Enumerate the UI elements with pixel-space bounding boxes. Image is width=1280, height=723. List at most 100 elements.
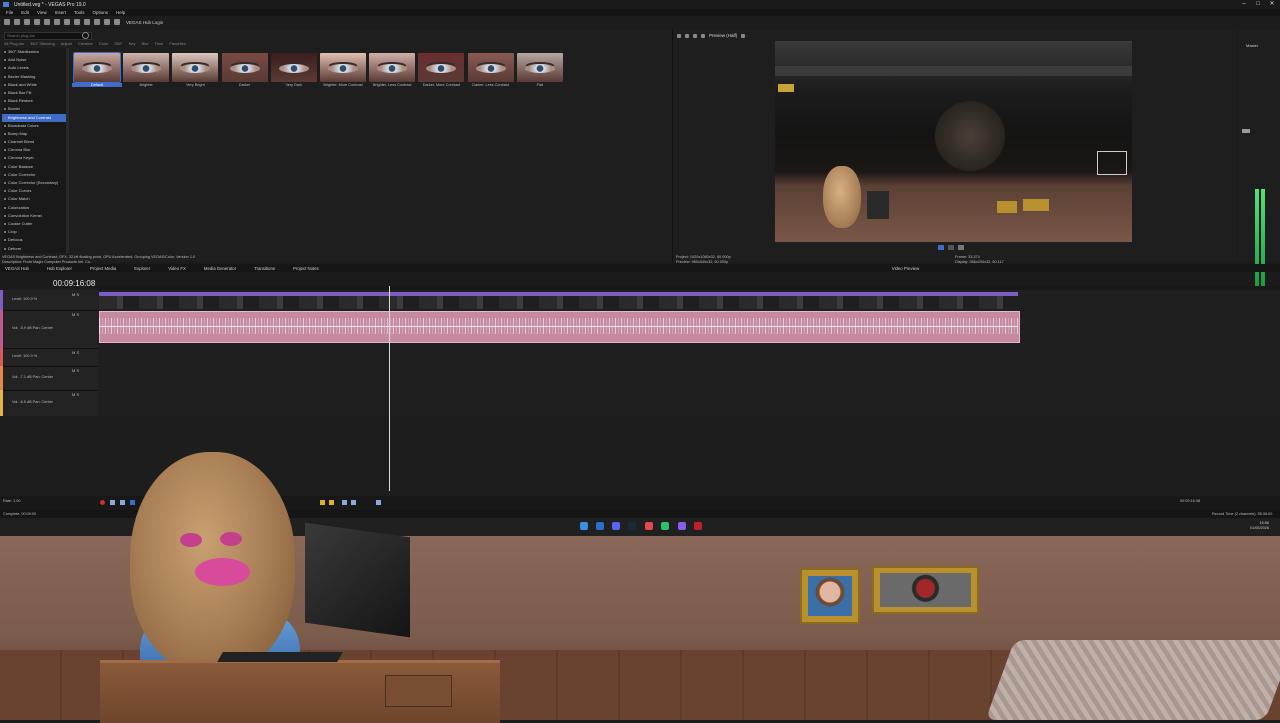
menu-view[interactable]: View <box>37 10 47 15</box>
play-preview-button[interactable] <box>938 245 944 250</box>
tab-media-generator[interactable]: Media Generator <box>204 266 236 271</box>
search-icon[interactable] <box>82 32 89 39</box>
steam-icon[interactable] <box>628 522 636 530</box>
plugin-list-item[interactable]: Deform <box>2 245 68 253</box>
preset-thumbnail[interactable]: Darker, More Contrast <box>418 53 465 91</box>
play-from-start-button[interactable] <box>120 500 125 505</box>
envelope-edit-tool[interactable] <box>351 500 356 505</box>
plugin-list-item[interactable]: Channel Blend <box>2 138 68 146</box>
tab-time[interactable]: Time <box>155 41 164 47</box>
plugin-list-scrollbar[interactable] <box>66 48 69 253</box>
track-header[interactable]: Vol: -7.1 dB Pan: Center M S <box>0 366 98 391</box>
go-to-end-button[interactable] <box>329 500 334 505</box>
cut-icon[interactable] <box>54 19 60 25</box>
spotify-icon[interactable] <box>661 522 669 530</box>
render-icon[interactable] <box>34 19 40 25</box>
audio-volume-envelope[interactable] <box>99 326 1018 327</box>
preset-thumbnail[interactable]: Darker, Less Contrast <box>467 53 514 91</box>
tab-key[interactable]: Key <box>129 41 136 47</box>
plugin-list-item[interactable]: Color Curves <box>2 187 68 195</box>
menu-file[interactable]: File <box>6 10 13 15</box>
hub-icon[interactable] <box>114 19 120 25</box>
menu-options[interactable]: Options <box>93 10 109 15</box>
minimize-icon[interactable]: – <box>1240 1 1248 8</box>
track-header[interactable]: Level: 100.0 % M S <box>0 290 98 311</box>
redo-icon[interactable] <box>104 19 110 25</box>
track-header[interactable]: Vol: -6.5 dB Pan: Center M S <box>0 390 98 417</box>
playhead-cursor[interactable] <box>389 286 390 491</box>
undo-icon[interactable] <box>94 19 100 25</box>
preset-thumbnail[interactable]: Very Dark <box>270 53 317 91</box>
video-event-header[interactable] <box>99 292 1018 296</box>
menu-tools[interactable]: Tools <box>74 10 85 15</box>
mute-solo-buttons[interactable]: M S <box>72 312 79 317</box>
track-header[interactable]: Level: 100.0 % M S <box>0 348 98 367</box>
preset-thumbnail[interactable]: Flat <box>516 53 563 91</box>
copy-icon[interactable] <box>64 19 70 25</box>
tab-project-media[interactable]: Project Media <box>90 266 116 271</box>
new-project-icon[interactable] <box>4 19 10 25</box>
preset-thumbnail[interactable]: Very Bright <box>172 53 219 91</box>
plugin-list-item[interactable]: Auto Levels <box>2 64 68 72</box>
tab-explorer[interactable]: Explorer <box>134 266 150 271</box>
go-to-start-button[interactable] <box>320 500 325 505</box>
hub-login-link[interactable]: VEGAS Hub Login <box>126 20 163 25</box>
mute-solo-buttons[interactable]: M S <box>72 392 79 397</box>
plugin-list-item[interactable]: Broadcast Colors <box>2 122 68 130</box>
normal-edit-tool[interactable] <box>342 500 347 505</box>
plugin-list-item[interactable]: Border <box>2 105 68 113</box>
plugin-search-input[interactable]: Search plug-ins <box>4 32 92 40</box>
tab-all-plugins[interactable]: All Plug-ins <box>4 41 24 47</box>
save-icon[interactable] <box>24 19 30 25</box>
delete-icon[interactable] <box>84 19 90 25</box>
tab-blur[interactable]: Blur <box>142 41 149 47</box>
plugin-list-item[interactable]: Convolution Kernel <box>2 212 68 220</box>
tab-adjust[interactable]: Adjust <box>61 41 72 47</box>
plugin-list-item[interactable]: 360° Stabilization <box>2 48 68 56</box>
plugin-list-item[interactable]: Colorization <box>2 204 68 212</box>
preset-thumbnail[interactable]: Brighter <box>123 53 170 91</box>
tab-project-notes[interactable]: Project Notes <box>293 266 319 271</box>
paste-icon[interactable] <box>74 19 80 25</box>
split-screen-icon[interactable] <box>693 33 697 38</box>
loop-button[interactable] <box>110 500 115 505</box>
plugin-list-item[interactable]: Color Balance <box>2 163 68 171</box>
play-button[interactable] <box>130 500 135 505</box>
discord-icon[interactable] <box>612 522 620 530</box>
menu-help[interactable]: Help <box>116 10 125 15</box>
plugin-list-item[interactable]: Chroma Keyer <box>2 154 68 162</box>
stop-preview-button[interactable] <box>958 245 964 250</box>
tab-video-fx[interactable]: Video FX <box>168 266 186 271</box>
mute-solo-buttons[interactable]: M S <box>72 292 79 297</box>
overlays-icon[interactable] <box>701 33 705 38</box>
snapping-button[interactable] <box>376 500 381 505</box>
plugin-list-item[interactable]: Color Match <box>2 195 68 203</box>
pause-preview-button[interactable] <box>948 245 954 250</box>
menu-edit[interactable]: Edit <box>21 10 29 15</box>
open-icon[interactable] <box>14 19 20 25</box>
plugin-list-item[interactable]: Black and White <box>2 81 68 89</box>
tab-360-stitching[interactable]: 360° Stitching <box>30 41 55 47</box>
tab-transitions[interactable]: Transitions <box>254 266 275 271</box>
vegas-taskbar-icon[interactable] <box>694 522 702 530</box>
obs-icon[interactable] <box>678 522 686 530</box>
tab-color[interactable]: Color <box>99 41 109 47</box>
record-button[interactable] <box>100 500 105 505</box>
plugin-list-item[interactable]: Brightness and Contrast <box>2 113 68 122</box>
preset-thumbnail[interactable]: Darker <box>221 53 268 91</box>
tab-favorites[interactable]: Favorites <box>169 41 185 47</box>
mute-solo-buttons[interactable]: M S <box>72 350 79 355</box>
start-icon[interactable] <box>580 522 588 530</box>
preset-thumbnail[interactable]: Default <box>72 52 122 91</box>
plugin-list-item[interactable]: Defocus <box>2 236 68 244</box>
close-icon[interactable]: ✕ <box>1268 1 1276 8</box>
tab-360[interactable]: 360° <box>114 41 122 47</box>
taskbar-app-icon[interactable] <box>596 522 604 530</box>
preset-thumbnail[interactable]: Brighter, Less Contrast <box>369 53 416 91</box>
plugin-list-item[interactable]: Chroma Blur <box>2 146 68 154</box>
tab-hub-explorer[interactable]: Hub Explorer <box>47 266 72 271</box>
plugin-list-item[interactable]: Black Restore <box>2 97 68 105</box>
tab-vegas-hub[interactable]: VEGAS Hub <box>5 266 29 271</box>
plugin-list-item[interactable]: Color Corrector (Secondary) <box>2 179 68 187</box>
menu-insert[interactable]: Insert <box>55 10 66 15</box>
